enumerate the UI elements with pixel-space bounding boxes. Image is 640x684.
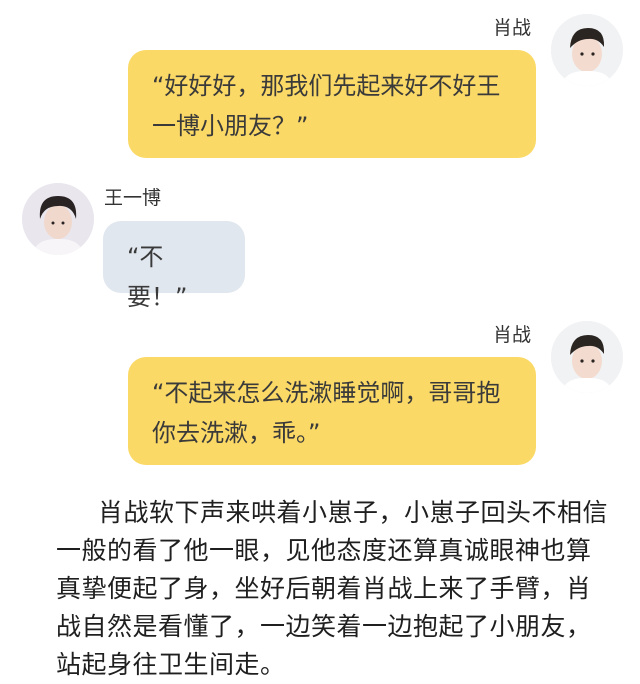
avatar[interactable] [22,183,94,255]
avatar[interactable] [551,321,623,393]
message-bubble: “不要！” [103,221,245,311]
sender-name: 肖战 [493,17,532,39]
avatar-portrait-icon [551,14,623,86]
avatar-portrait-icon [22,183,94,255]
message-bubble: “好好好，那我们先起来好不好王一博小朋友？” [128,50,536,158]
message-text: “好好好，那我们先起来好不好王一博小朋友？” [152,72,501,140]
message-text: “不要！” [127,243,188,311]
avatar-portrait-icon [551,321,623,393]
message-bubble: “不起来怎么洗漱睡觉啊，哥哥抱你去洗漱，乖。” [128,357,536,465]
narration-paragraph: 肖战软下声来哄着小崽子，小崽子回头不相信一般的看了他一眼，见他态度还算真诚眼神也… [56,498,609,679]
sender-name: 肖战 [493,324,532,346]
avatar[interactable] [551,14,623,86]
message-text: “不起来怎么洗漱睡觉啊，哥哥抱你去洗漱，乖。” [152,379,501,447]
sender-name: 王一博 [104,187,162,209]
